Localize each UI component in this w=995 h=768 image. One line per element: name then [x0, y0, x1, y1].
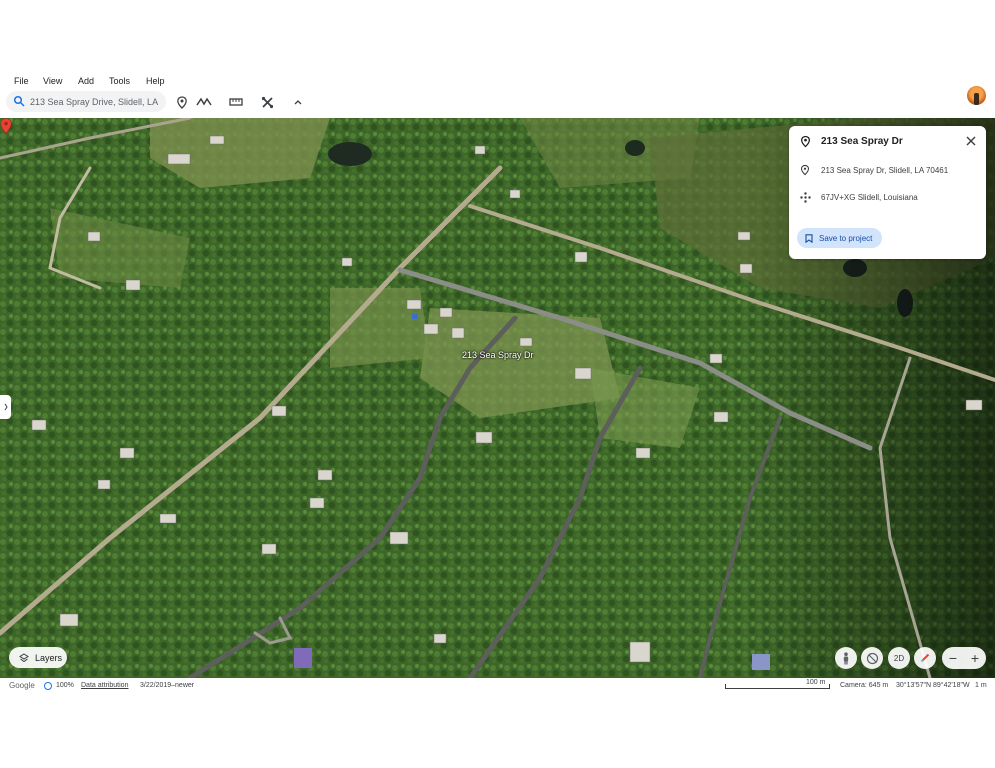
- compass-icon: [920, 653, 930, 663]
- search-icon: [13, 95, 25, 107]
- tools-icon: [261, 96, 273, 108]
- close-card-button[interactable]: [964, 134, 978, 148]
- data-attribution-link[interactable]: Data attribution: [81, 682, 128, 689]
- toolbar: [0, 90, 995, 116]
- camera-altitude: Camera: 645 m: [840, 682, 889, 689]
- add-placemark-button[interactable]: [173, 93, 191, 111]
- location-pin-icon[interactable]: [0, 118, 12, 134]
- draw-path-button[interactable]: [195, 93, 213, 111]
- imagery-date: 3/22/2019–newer: [140, 682, 195, 689]
- loading-indicator: [44, 682, 52, 690]
- view-2d-toggle[interactable]: 2D: [888, 647, 910, 669]
- zoom-out-button[interactable]: −: [949, 650, 957, 666]
- pegman-icon: [843, 651, 849, 664]
- google-logo: Google: [9, 681, 35, 690]
- card-title: 213 Sea Spray Dr: [821, 135, 903, 147]
- place-info-card: 213 Sea Spray Dr 213 Sea Spray Dr, Slide…: [789, 126, 986, 259]
- close-icon: [966, 136, 976, 146]
- ruler-icon: [229, 98, 243, 106]
- menu-tools[interactable]: Tools: [109, 76, 130, 86]
- menu-view[interactable]: View: [43, 76, 62, 86]
- rotate-view-button[interactable]: [861, 647, 883, 669]
- save-to-project-button[interactable]: Save to project: [797, 228, 883, 248]
- search-input[interactable]: [30, 94, 160, 109]
- status-bar: Google 100% Data attribution 3/22/2019–n…: [0, 678, 995, 694]
- layers-icon: [19, 652, 29, 662]
- measure-button[interactable]: [227, 93, 245, 111]
- street-view-button[interactable]: [835, 647, 857, 669]
- address-pin-icon: [799, 164, 811, 176]
- zoom-percent: 100%: [56, 682, 74, 689]
- bookmark-icon: [805, 233, 813, 243]
- layers-label: Layers: [35, 652, 63, 663]
- card-address[interactable]: 213 Sea Spray Dr, Slidell, LA 70461: [821, 166, 948, 175]
- view-2d-label: 2D: [893, 653, 905, 663]
- card-title-row: 213 Sea Spray Dr: [799, 135, 903, 147]
- card-address-row: 213 Sea Spray Dr, Slidell, LA 70461: [799, 164, 948, 176]
- collapse-toolbar-button[interactable]: [289, 93, 307, 111]
- placemark-icon: [799, 135, 811, 147]
- menu-file[interactable]: File: [14, 76, 29, 86]
- path-icon: [196, 97, 212, 106]
- placemark-icon: [177, 95, 187, 109]
- compass-button[interactable]: [914, 647, 936, 669]
- side-panel-toggle[interactable]: [0, 395, 11, 419]
- plus-code-icon: [799, 191, 811, 203]
- zoom-control: − +: [942, 647, 986, 669]
- menu-bar: File View Add Tools Help: [0, 74, 995, 90]
- chevron-up-icon: [294, 100, 302, 105]
- scale-label: 100 m: [806, 679, 826, 686]
- search-box[interactable]: [6, 91, 166, 112]
- zoom-in-button[interactable]: +: [971, 650, 979, 666]
- layers-button[interactable]: Layers: [9, 647, 67, 668]
- tools-button[interactable]: [258, 93, 276, 111]
- card-plus-code-row: 67JV+XG Slidell, Louisiana: [799, 191, 918, 203]
- menu-add[interactable]: Add: [78, 76, 94, 86]
- rotate-icon: [866, 652, 878, 664]
- card-plus-code[interactable]: 67JV+XG Slidell, Louisiana: [821, 193, 918, 202]
- map-place-label: 213 Sea Spray Dr: [462, 350, 534, 360]
- coordinates: 30°13'57"N 89°42'18"W: [896, 682, 970, 689]
- chevron-right-icon: [4, 403, 8, 411]
- save-to-project-label: Save to project: [819, 233, 873, 243]
- menu-help[interactable]: Help: [146, 76, 165, 86]
- elevation: 1 m: [975, 682, 987, 689]
